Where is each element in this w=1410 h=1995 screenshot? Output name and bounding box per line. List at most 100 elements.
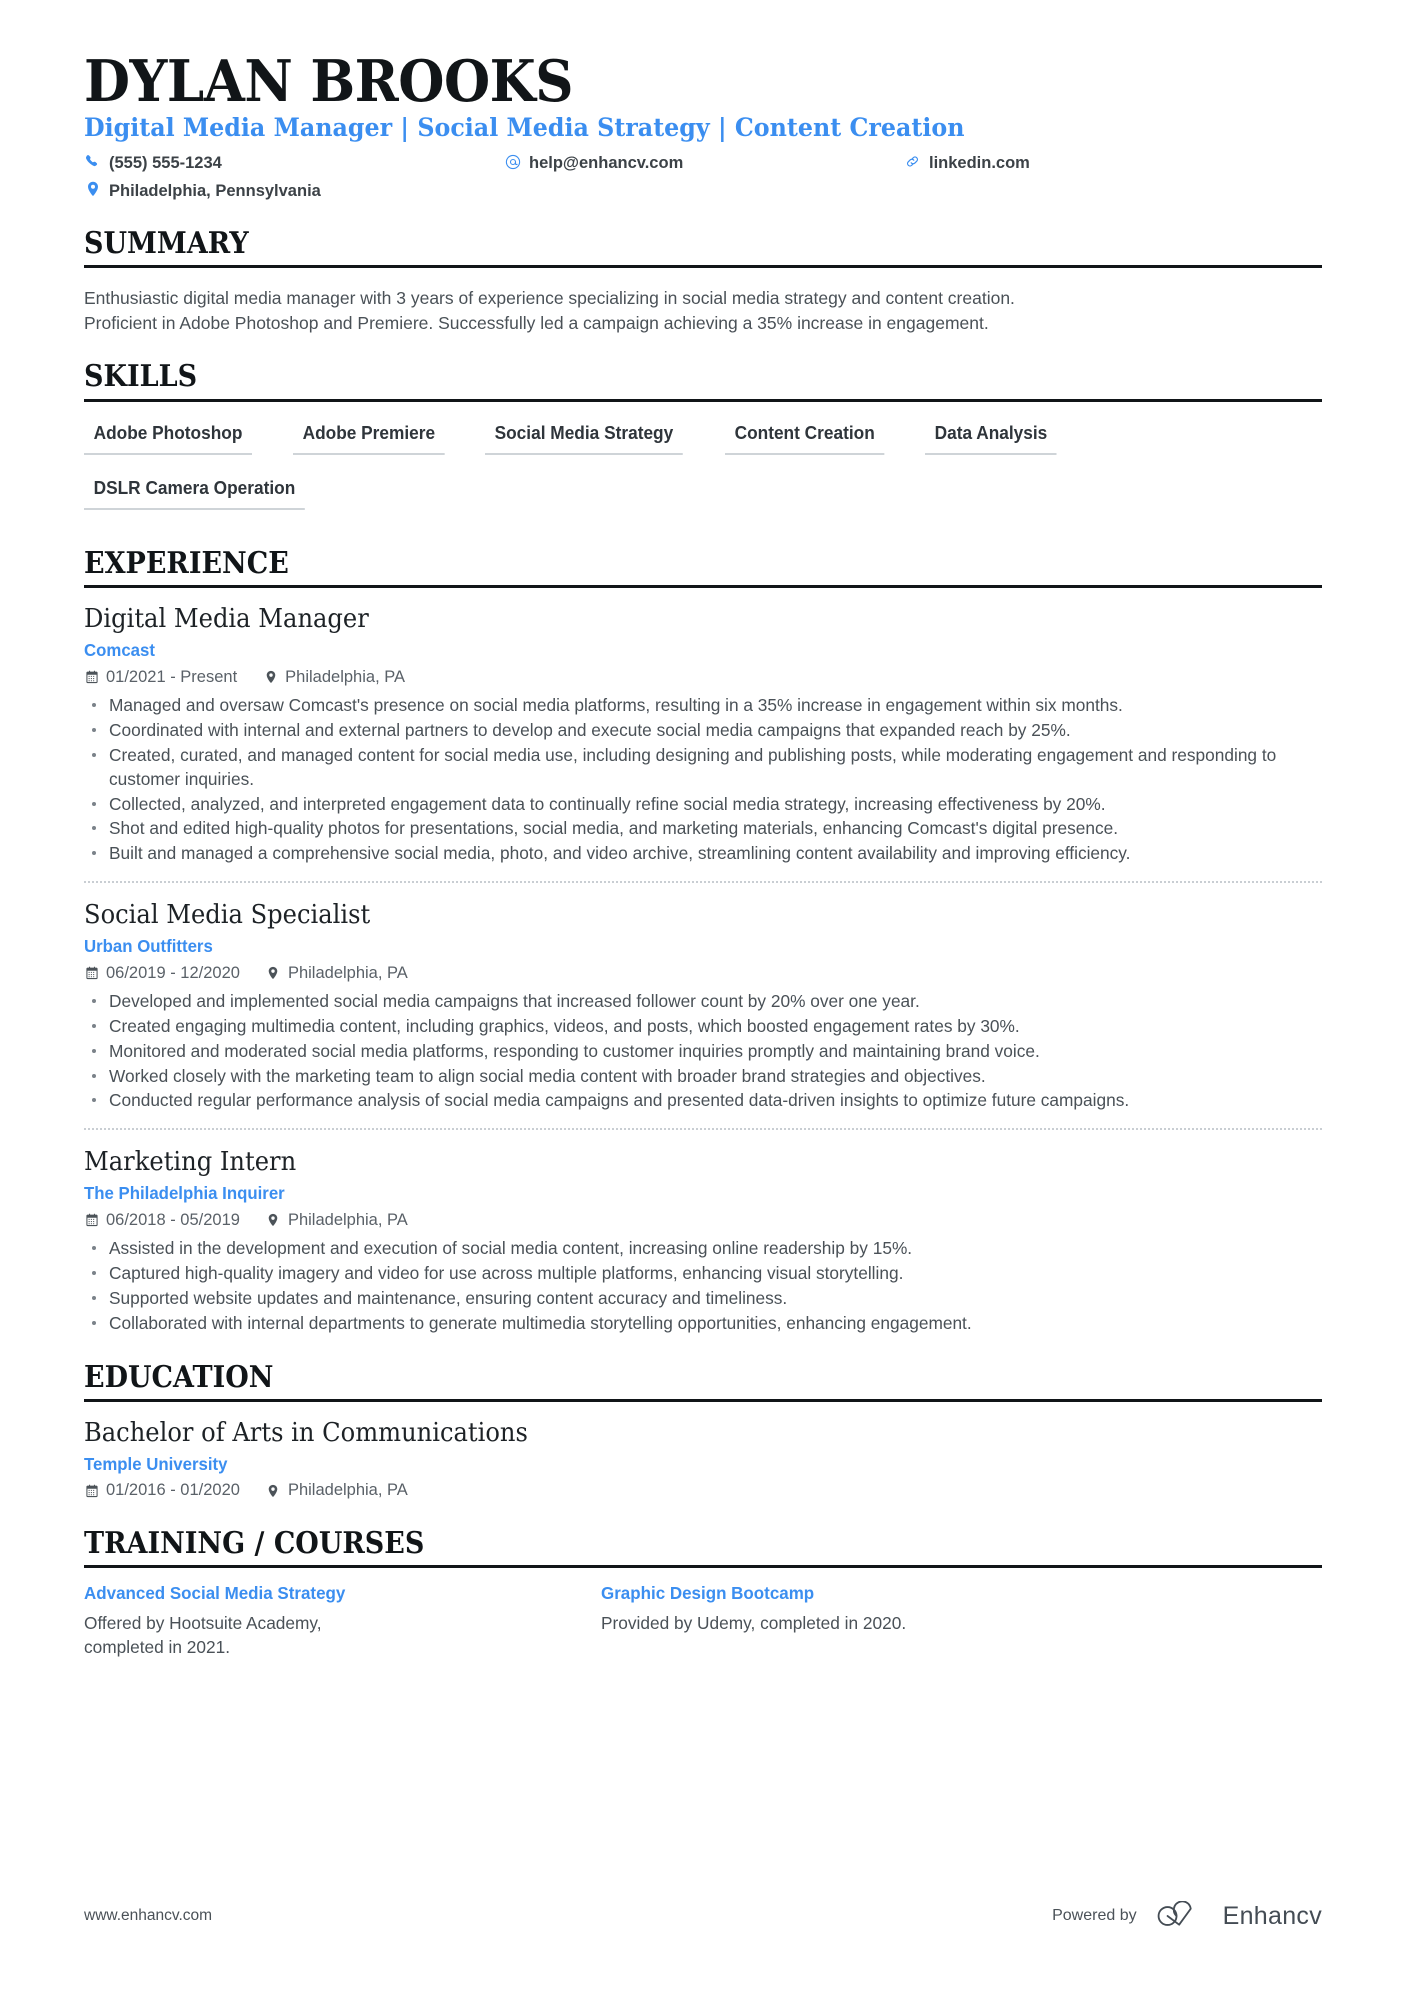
calendar-icon — [84, 1212, 99, 1228]
company-name[interactable]: Urban Outfitters — [84, 935, 1272, 958]
bullet-dot-icon — [92, 851, 96, 856]
bullet-text: Collaborated with internal departments t… — [109, 1312, 972, 1333]
location-pin-icon — [84, 180, 101, 199]
bullet-dot-icon — [92, 801, 96, 806]
bullet-item: Developed and implemented social media c… — [84, 990, 1322, 1014]
contact-phone[interactable]: (555) 555-1234 — [84, 152, 504, 174]
education-meta: 01/2016 - 01/2020 Philadelphia, PA — [84, 1480, 1322, 1501]
section-title-training: TRAINING / COURSES — [84, 1525, 425, 1561]
skill-chip: Content Creation — [725, 416, 885, 455]
bullet-item: Coordinated with internal and external p… — [84, 719, 1322, 743]
contact-linkedin[interactable]: linkedin.com — [904, 152, 1322, 174]
experience-entry: Social Media Specialist Urban Outfitters… — [84, 881, 1322, 1113]
section-title-summary: SUMMARY — [84, 225, 249, 261]
bullet-text: Created, curated, and managed content fo… — [109, 744, 1277, 789]
course-name[interactable]: Advanced Social Media Strategy — [84, 1582, 553, 1605]
bullet-dot-icon — [92, 1320, 96, 1325]
job-meta: 01/2021 - Present Philadelphia, PA — [84, 667, 1322, 688]
phone-icon — [84, 152, 101, 171]
bullet-dot-icon — [92, 1295, 96, 1300]
candidate-headline: Digital Media Manager | Social Media Str… — [84, 113, 965, 143]
school-name[interactable]: Temple University — [84, 1453, 1272, 1476]
enhancv-logo: Enhancv — [1155, 1901, 1322, 1931]
location-pin-icon — [266, 965, 281, 981]
bullet-dot-icon — [92, 1023, 96, 1028]
powered-by-label: Powered by — [1052, 1907, 1137, 1924]
bullet-text: Monitored and moderated social media pla… — [109, 1040, 1040, 1061]
education-location-text: Philadelphia, PA — [287, 1481, 408, 1500]
job-dates: 01/2021 - Present — [84, 667, 237, 688]
section-title-education: EDUCATION — [84, 1359, 274, 1395]
education-location: Philadelphia, PA — [266, 1480, 408, 1501]
bullet-dot-icon — [92, 826, 96, 831]
bullet-item: Created, curated, and managed content fo… — [84, 744, 1322, 792]
education-entry: Bachelor of Arts in Communications Templ… — [84, 1416, 1322, 1502]
bullet-item: Managed and oversaw Comcast's presence o… — [84, 694, 1322, 718]
footer-website-url[interactable]: www.enhancv.com — [84, 1907, 212, 1925]
job-location: Philadelphia, PA — [266, 1210, 408, 1231]
course-entry: Advanced Social Media Strategy Offered b… — [84, 1582, 567, 1659]
bullet-text: Supported website updates and maintenanc… — [109, 1287, 788, 1308]
bullet-item: Assisted in the development and executio… — [84, 1237, 1322, 1261]
bullet-dot-icon — [92, 1073, 96, 1078]
contact-details: (555) 555-1234 help@enhancv.com linkedin… — [84, 152, 1322, 202]
education-dates: 01/2016 - 01/2020 — [84, 1480, 240, 1501]
job-bullets: Managed and oversaw Comcast's presence o… — [84, 694, 1322, 866]
company-name[interactable]: The Philadelphia Inquirer — [84, 1182, 1272, 1205]
contact-location: Philadelphia, Pennsylvania — [84, 180, 504, 202]
company-name[interactable]: Comcast — [84, 639, 1272, 662]
footer-branding: Powered by Enhancv — [1052, 1901, 1322, 1931]
section-title-experience: EXPERIENCE — [84, 545, 289, 581]
job-dates: 06/2018 - 05/2019 — [84, 1210, 240, 1231]
calendar-icon — [84, 669, 99, 685]
page-footer: www.enhancv.com Powered by Enhancv — [84, 1901, 1322, 1931]
bullet-item: Worked closely with the marketing team t… — [84, 1065, 1322, 1089]
section-title-skills: SKILLS — [84, 359, 198, 395]
skill-chip: Data Analysis — [925, 416, 1058, 455]
bullet-dot-icon — [92, 752, 96, 757]
section-divider — [84, 585, 1322, 589]
contact-phone-text: (555) 555-1234 — [109, 154, 222, 173]
bullet-text: Worked closely with the marketing team t… — [109, 1065, 986, 1086]
skill-chip: Adobe Premiere — [292, 416, 445, 455]
job-title: Marketing Intern — [84, 1147, 297, 1178]
job-location: Philadelphia, PA — [263, 667, 405, 688]
bullet-dot-icon — [92, 998, 96, 1003]
section-summary: SUMMARY Enthusiastic digital media manag… — [84, 225, 1322, 336]
bullet-item: Monitored and moderated social media pla… — [84, 1040, 1322, 1064]
bullet-item: Shot and edited high-quality photos for … — [84, 817, 1322, 841]
job-bullets: Developed and implemented social media c… — [84, 990, 1322, 1113]
bullet-dot-icon — [92, 1098, 96, 1103]
bullet-text: Managed and oversaw Comcast's presence o… — [109, 695, 1123, 716]
course-entry: Graphic Design Bootcamp Provided by Udem… — [601, 1582, 1084, 1659]
section-divider — [84, 1399, 1322, 1403]
bullet-dot-icon — [92, 727, 96, 732]
course-description: Offered by Hootsuite Academy, completed … — [84, 1613, 322, 1658]
job-location-text: Philadelphia, PA — [285, 667, 406, 686]
job-dates-text: 01/2021 - Present — [106, 667, 238, 686]
bullet-dot-icon — [92, 1048, 96, 1053]
contact-linkedin-text: linkedin.com — [929, 154, 1030, 173]
job-location: Philadelphia, PA — [266, 963, 408, 984]
bullet-text: Developed and implemented social media c… — [109, 990, 920, 1011]
bullet-text: Conducted regular performance analysis o… — [109, 1090, 1130, 1111]
bullet-text: Assisted in the development and executio… — [109, 1238, 913, 1259]
job-location-text: Philadelphia, PA — [287, 1210, 408, 1229]
job-dates-text: 06/2019 - 12/2020 — [106, 963, 240, 982]
resume-header: DYLAN BROOKS Digital Media Manager | Soc… — [84, 52, 1322, 202]
course-name[interactable]: Graphic Design Bootcamp — [601, 1582, 1070, 1605]
bullet-text: Collected, analyzed, and interpreted eng… — [109, 793, 1106, 814]
experience-entry: Digital Media Manager Comcast 01/2021 - … — [84, 602, 1322, 866]
skill-chip: Adobe Photoshop — [84, 416, 252, 455]
job-bullets: Assisted in the development and executio… — [84, 1237, 1322, 1335]
bullet-dot-icon — [92, 1271, 96, 1276]
calendar-icon — [84, 1483, 99, 1499]
candidate-name: DYLAN BROOKS — [84, 48, 574, 115]
job-meta: 06/2019 - 12/2020 Philadelphia, PA — [84, 963, 1322, 984]
calendar-icon — [84, 965, 99, 981]
bullet-text: Created engaging multimedia content, inc… — [109, 1015, 1020, 1036]
contact-email[interactable]: help@enhancv.com — [504, 152, 904, 174]
email-icon — [504, 152, 521, 171]
section-divider — [84, 265, 1322, 269]
enhancv-wordmark: Enhancv — [1222, 1901, 1322, 1930]
